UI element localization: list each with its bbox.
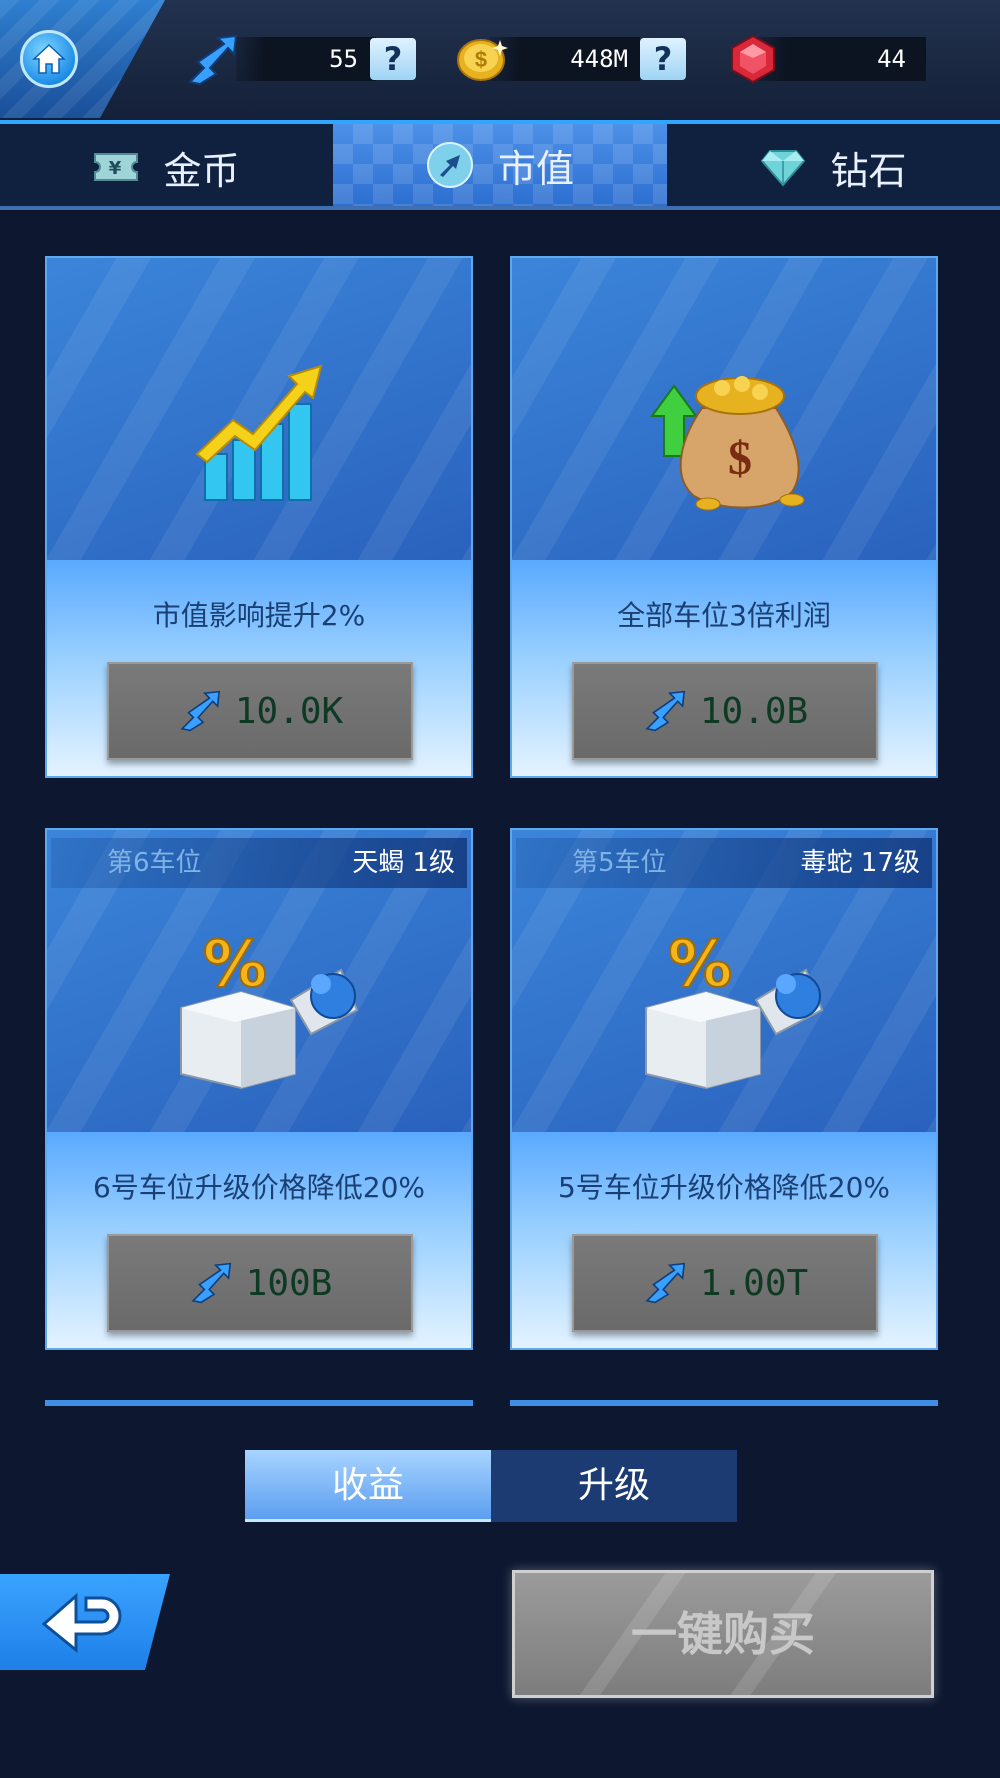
price-label: 10.0K: [234, 690, 344, 732]
item-card-triple-profit: $ 全部车位3倍利润 10.0B: [510, 256, 938, 778]
svg-text:$: $: [475, 47, 487, 72]
item-card-market-boost: 市值影响提升2% 10.0K: [45, 256, 473, 778]
growth-chart-icon: [195, 364, 323, 501]
home-panel: [0, 0, 165, 118]
gems-amount: 44: [877, 45, 906, 73]
back-button[interactable]: [0, 1574, 170, 1670]
coins-bar: 448M: [490, 37, 640, 81]
tab-diamonds[interactable]: 钻石: [667, 124, 1000, 210]
discount-gift-icon: %: [645, 930, 824, 1090]
slot-name: 第5车位: [572, 848, 667, 878]
coins-help-button[interactable]: ?: [640, 38, 686, 80]
slot-header: 第5车位 毒蛇 17级: [516, 838, 932, 888]
price-label: 100B: [245, 1262, 333, 1304]
top-resource-bar: 55 ? 448M $ ? 44: [0, 0, 1000, 124]
tab-market-value[interactable]: 市值: [333, 124, 667, 210]
category-tabs: ¥ 金币 市值 钻石: [0, 124, 1000, 210]
slot-car-level: 毒蛇 17级: [800, 848, 920, 878]
market-value-arrow-icon: [191, 1262, 231, 1304]
card-image-area: 第6车位 天蝎 1级 %: [47, 830, 471, 1132]
discount-gift-icon: %: [180, 930, 359, 1090]
market-value-arrow-icon: [187, 34, 238, 86]
buy-all-button[interactable]: 一键购买: [512, 1570, 934, 1698]
card-description: 5号车位升级价格降低20%: [557, 1171, 891, 1204]
coins-amount: 448M: [570, 45, 628, 73]
card-image-area: $: [512, 258, 936, 560]
tab-diamonds-label: 钻石: [830, 148, 907, 193]
home-icon: [32, 43, 66, 74]
card-description: 市值影响提升2%: [152, 599, 366, 632]
tab-market-value-label: 市值: [497, 146, 574, 191]
card-info-area: 市值影响提升2% 10.0K: [47, 560, 471, 776]
red-gem-icon: [731, 34, 775, 84]
money-bag-icon: $: [650, 376, 805, 511]
slot-car-level: 天蝎 1级: [352, 848, 455, 878]
market-value-bar: 55: [236, 37, 376, 81]
gold-coin-icon: $: [457, 39, 508, 81]
tab-coins-label: 金币: [163, 148, 240, 193]
next-card-edge-right: [510, 1400, 938, 1406]
toggle-income[interactable]: 收益: [245, 1450, 491, 1522]
price-label: 10.0B: [699, 690, 809, 732]
market-value-icon: [426, 142, 473, 188]
card-info-area: 5号车位升级价格降低20% 1.00T: [512, 1132, 936, 1348]
svg-text:$: $: [728, 432, 752, 485]
market-value-arrow-icon: [180, 690, 220, 732]
home-button[interactable]: [20, 30, 78, 88]
card-info-area: 6号车位升级价格降低20% 100B: [47, 1132, 471, 1348]
income-upgrade-toggle: 收益 升级: [245, 1450, 737, 1522]
slot-name: 第6车位: [107, 848, 202, 878]
next-card-edge-left: [45, 1400, 473, 1406]
ticket-icon: ¥: [94, 153, 139, 181]
svg-text:%: %: [203, 930, 267, 1002]
buy-button[interactable]: 10.0K: [107, 662, 413, 760]
market-value-arrow-icon: [645, 690, 685, 732]
toggle-upgrade[interactable]: 升级: [491, 1450, 737, 1522]
tab-divider: [0, 206, 1000, 210]
price-label: 1.00T: [699, 1262, 809, 1304]
item-card-slot-6-discount: 第6车位 天蝎 1级 % 6号车位升级价格降低20% 100B: [45, 828, 473, 1350]
market-value-amount: 55: [329, 45, 358, 73]
card-info-area: 全部车位3倍利润 10.0B: [512, 560, 936, 776]
market-value-arrow-icon: [645, 1262, 685, 1304]
svg-text:¥: ¥: [109, 158, 122, 179]
card-image-area: [47, 258, 471, 560]
buy-button[interactable]: 1.00T: [572, 1234, 878, 1332]
market-value-help-button[interactable]: ?: [370, 38, 416, 80]
buy-button[interactable]: 100B: [107, 1234, 413, 1332]
card-description: 全部车位3倍利润: [617, 599, 831, 632]
card-image-area: 第5车位 毒蛇 17级 %: [512, 830, 936, 1132]
diamond-icon: [761, 150, 806, 187]
svg-text:%: %: [668, 930, 732, 1002]
buy-button[interactable]: 10.0B: [572, 662, 878, 760]
slot-header: 第6车位 天蝎 1级: [51, 838, 467, 888]
return-arrow-icon: [41, 1592, 122, 1654]
item-card-slot-5-discount: 第5车位 毒蛇 17级 % 5号车位升级价格降低20% 1.00T: [510, 828, 938, 1350]
tab-coins[interactable]: ¥ 金币: [0, 124, 333, 210]
card-description: 6号车位升级价格降低20%: [92, 1171, 426, 1204]
